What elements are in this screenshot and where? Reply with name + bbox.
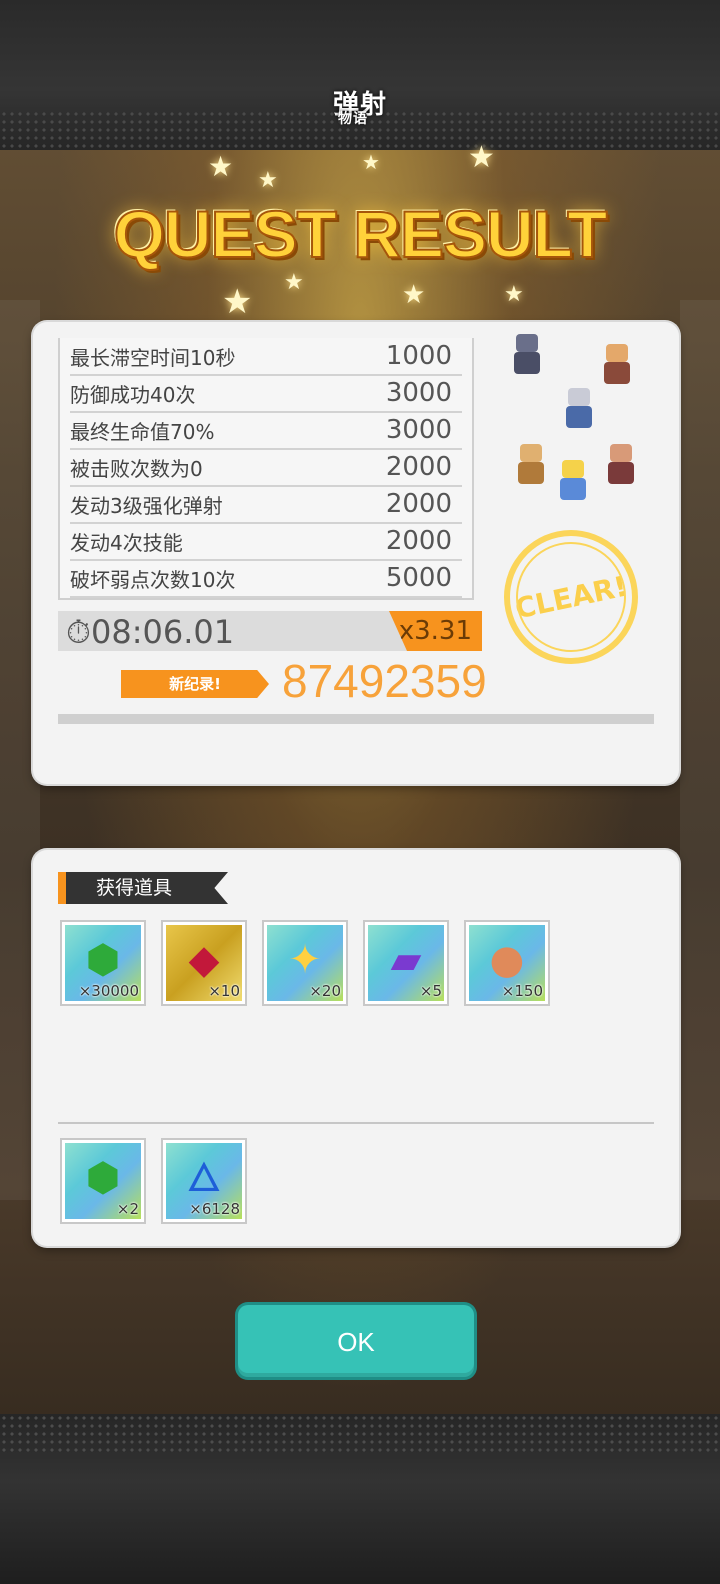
score-row: 最终生命值70% 3000 [70,412,462,450]
logo-subtext: 物语 [338,111,368,127]
party-characters [492,326,662,511]
bonus-reward-item[interactable]: ⬢ ×2 [60,1138,146,1224]
score-row-label: 被击败次数为0 [70,456,203,481]
rainbow-orb-icon: ● [489,936,525,983]
star-icon: ★ [208,150,234,183]
star-icon: ★ [258,168,278,193]
score-row-points: 5000 [385,563,452,593]
divider [58,1122,654,1124]
reward-count: ×20 [309,982,341,1000]
blue-flame-icon: 🜂 [186,1154,222,1201]
score-row: 被击败次数为0 2000 [70,449,462,487]
total-score: 87492359 [282,655,487,707]
green-gem-icon: ⬢ [85,936,121,983]
score-row-points: 2000 [385,452,452,482]
clear-stamp-text: CLEAR! [512,569,630,625]
bonus-reward-item[interactable]: 🜂 ×6128 [161,1138,247,1224]
score-row: 发动3级强化弹射 2000 [70,486,462,524]
reward-item[interactable]: ▰ ×5 [363,920,449,1006]
star-icon: ★ [402,280,426,310]
reward-item[interactable]: ✦ ×20 [262,920,348,1006]
score-row-points: 1000 [385,341,452,371]
star-icon: ★ [362,150,380,174]
reward-count: ×6128 [189,1200,240,1218]
reward-count: ×2 [116,1200,139,1218]
score-row-label: 发动3级强化弹射 [70,493,223,518]
reward-item[interactable]: ⬢ ×30000 [60,920,146,1006]
star-icon: ★ [284,270,304,295]
score-row: 发动4次技能 2000 [70,523,462,561]
score-row: 破坏弱点次数10次 5000 [70,560,462,598]
score-row-points: 2000 [385,526,452,556]
quest-result-title: QUEST RESULT [113,196,609,272]
purple-ticket-icon: ▰ [390,936,422,983]
stopwatch-icon: ⏱ [66,613,91,651]
bottom-banner [0,1414,720,1584]
score-row-label: 最终生命值70% [70,419,215,444]
character-sprite [512,442,550,486]
reward-item[interactable]: ● ×150 [464,920,550,1006]
gold-star-icon: ✦ [288,936,322,983]
score-row-points: 3000 [385,415,452,445]
ok-button[interactable]: OK [238,1305,474,1377]
score-row-label: 防御成功40次 [70,382,196,407]
score-row-label: 发动4次技能 [70,530,183,555]
score-row-label: 最长滞空时间10秒 [70,345,236,370]
green-gem-icon: ⬢ [85,1154,121,1201]
divider [58,714,654,724]
multiplier-value: x3.31 [398,616,472,646]
character-sprite [598,342,636,386]
score-row: 最长滞空时间10秒 1000 [70,338,462,376]
score-row-points: 3000 [385,378,452,408]
star-icon: ★ [222,282,253,322]
score-row-label: 破坏弱点次数10次 [70,567,236,592]
score-row-points: 2000 [385,489,452,519]
character-sprite [554,458,592,502]
character-sprite [602,442,640,486]
reward-count: ×5 [419,982,442,1000]
star-icon: ★ [468,140,495,175]
star-icon: ★ [504,282,524,307]
red-crystal-icon: ◆ [188,936,220,983]
reward-count: ×150 [501,982,543,1000]
new-record-badge: 新纪录! [121,670,269,698]
items-section-title: 获得道具 [58,872,228,904]
reward-count: ×30000 [78,982,139,1000]
clear-time: ⏱08:06.01 [66,613,234,652]
clear-time-value: 08:06.01 [90,613,235,651]
reward-item[interactable]: ◆ ×10 [161,920,247,1006]
score-list[interactable]: 最长滞空时间10秒 1000 防御成功40次 3000 最终生命值70% 300… [58,338,474,600]
character-sprite [508,332,546,376]
score-row: 防御成功40次 3000 [70,375,462,413]
game-logo: 弹射 物语 [290,72,430,132]
character-sprite [560,386,598,430]
reward-count: ×10 [208,982,240,1000]
